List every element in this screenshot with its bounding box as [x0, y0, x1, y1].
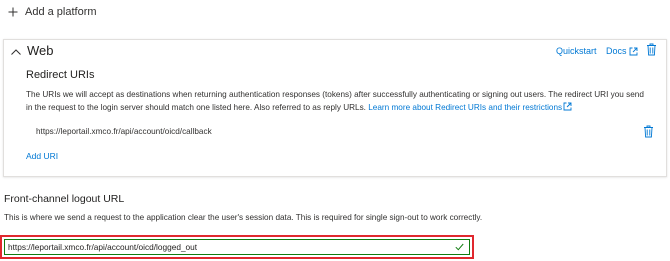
front-channel-logout-input[interactable] — [5, 240, 445, 254]
add-platform-label: Add a platform — [25, 6, 97, 18]
docs-label: Docs — [606, 46, 627, 56]
add-uri-link[interactable]: Add URI — [26, 151, 58, 161]
quickstart-link[interactable]: Quickstart — [556, 46, 597, 56]
redirect-uri-value[interactable]: https://leportail.xmco.fr/api/account/oi… — [36, 127, 212, 136]
front-channel-logout-title: Front-channel logout URL — [4, 193, 125, 205]
checkmark-icon — [455, 243, 464, 251]
add-platform-button[interactable]: Add a platform — [8, 4, 97, 20]
redirect-uris-title: Redirect URIs — [26, 69, 95, 81]
chevron-up-icon[interactable] — [10, 47, 22, 57]
plus-icon — [8, 7, 18, 17]
front-channel-logout-description: This is where we send a request to the a… — [4, 213, 483, 222]
delete-uri-trash-icon[interactable] — [643, 125, 654, 138]
learn-more-link[interactable]: Learn more about Redirect URIs and their… — [368, 103, 562, 112]
front-channel-logout-field[interactable] — [4, 239, 470, 255]
redirect-uris-description: The URIs we will accept as destinations … — [26, 89, 651, 114]
docs-link[interactable]: Docs — [606, 46, 638, 56]
external-link-icon — [629, 47, 638, 56]
card-title: Web — [27, 43, 54, 58]
external-link-icon — [563, 102, 572, 111]
delete-platform-trash-icon[interactable] — [646, 43, 657, 56]
